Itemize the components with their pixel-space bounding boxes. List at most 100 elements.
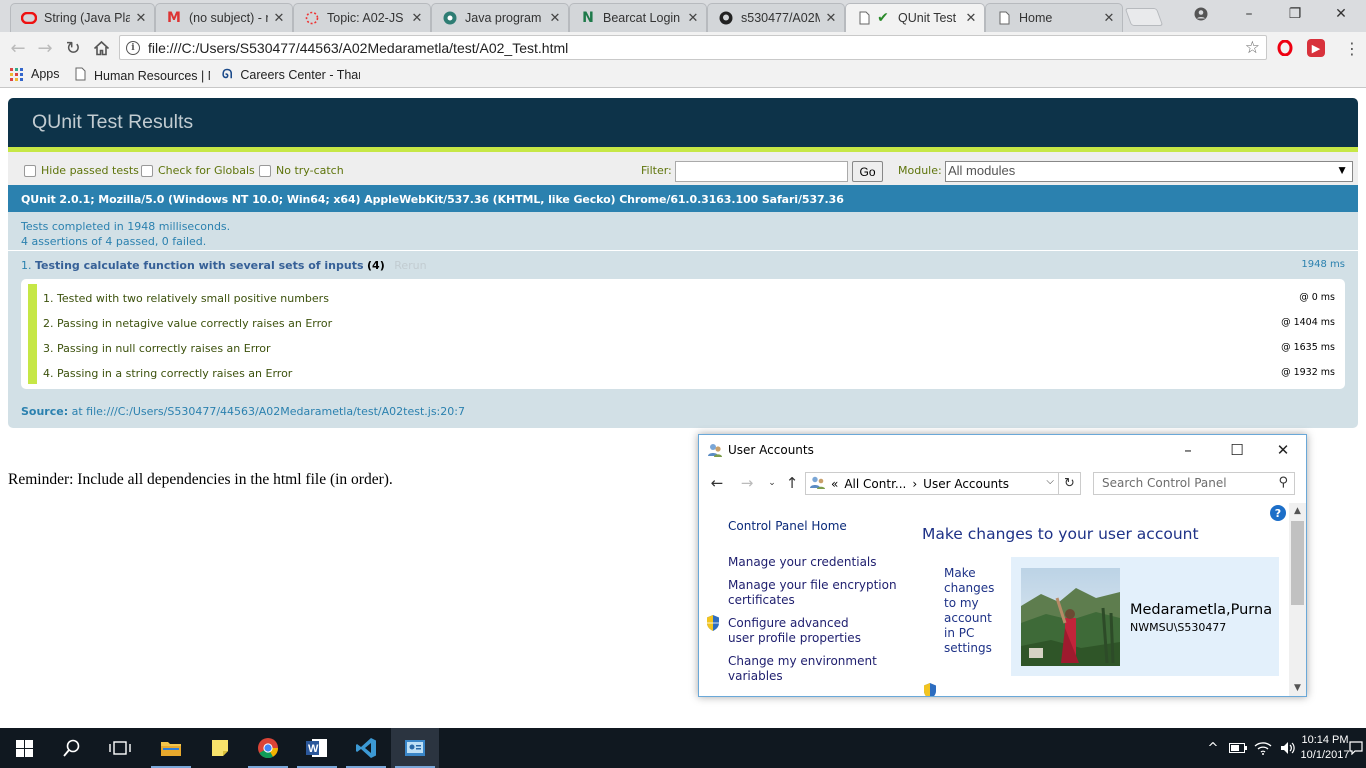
scroll-down-icon[interactable]: ▼ (1289, 680, 1306, 696)
explorer-navbar: ← → ⌄ ↑ « All Contr... › User Accounts ⌵… (699, 467, 1306, 499)
search-button[interactable] (48, 728, 96, 768)
control-panel-home-link[interactable]: Control Panel Home (728, 519, 847, 534)
profile-icon[interactable] (1178, 0, 1224, 28)
breadcrumb-current[interactable]: User Accounts (923, 477, 1009, 491)
chevron-up-icon[interactable]: ^ (1203, 728, 1223, 768)
chevron-down-icon[interactable]: ⌵ (1046, 476, 1054, 487)
tab-home[interactable]: Home ✕ (985, 3, 1123, 32)
tab-gmail[interactable]: M (no subject) - r ✕ (155, 3, 293, 32)
info-icon[interactable]: i (126, 40, 140, 55)
wifi-icon[interactable] (1252, 728, 1274, 768)
tab-title: Bearcat Login (603, 11, 681, 25)
breadcrumb-root[interactable]: All Contr... (844, 477, 906, 491)
module-select[interactable]: All modules ▼ (945, 161, 1353, 182)
vertical-scrollbar[interactable]: ▲ ▼ (1289, 503, 1306, 696)
environment-variables-link[interactable]: Change my environment variables (728, 654, 878, 684)
manage-credentials-link[interactable]: Manage your credentials (728, 555, 877, 570)
address-bar[interactable]: i file:///C:/Users/S530477/44563/A02Meda… (119, 35, 1267, 60)
reload-button[interactable]: ↻ (61, 36, 85, 60)
restore-button[interactable]: ❐ (1272, 0, 1318, 28)
result-duration: Tests completed in 1948 milliseconds. (21, 220, 231, 233)
sticky-notes-button[interactable] (196, 728, 244, 768)
file-explorer-button[interactable] (147, 728, 195, 768)
close-icon[interactable]: ✕ (1102, 11, 1116, 26)
menu-icon[interactable]: ⋮ (1340, 36, 1364, 60)
address-bar[interactable]: « All Contr... › User Accounts ⌵ (805, 472, 1059, 495)
go-button[interactable]: Go (852, 161, 883, 182)
site-icon (442, 10, 458, 26)
close-window-button[interactable]: ✕ (1260, 438, 1306, 462)
close-icon[interactable]: ✕ (686, 11, 700, 26)
filter-input[interactable] (675, 161, 848, 182)
pc-settings-link[interactable]: Make changes to my account in PC setting… (944, 566, 1000, 656)
close-icon[interactable]: ✕ (964, 11, 978, 26)
tab-java-program[interactable]: Java program t ✕ (431, 3, 569, 32)
extension-icon[interactable]: ▶ (1307, 39, 1325, 57)
bookmark-label: Apps (31, 67, 60, 81)
checkbox-box[interactable] (24, 164, 36, 177)
close-icon[interactable]: ✕ (824, 11, 838, 26)
recent-dropdown[interactable]: ⌄ (762, 473, 782, 493)
control-panel-content: Control Panel Home Manage your credentia… (699, 503, 1289, 696)
forward-button[interactable]: → (33, 36, 57, 60)
opera-extension-icon[interactable] (1276, 39, 1294, 57)
task-view-button[interactable] (96, 728, 144, 768)
minimize-button[interactable]: – (1165, 438, 1211, 462)
start-button[interactable] (0, 728, 48, 768)
bookmark-star-icon[interactable]: ☆ (1245, 38, 1260, 58)
qunit-test-result: Tests completed in 1948 milliseconds. 4 … (8, 212, 1358, 251)
new-tab-button[interactable] (1124, 8, 1164, 26)
maximize-button[interactable]: ☐ (1214, 438, 1260, 462)
section-heading: Make changes to your user account (922, 525, 1199, 543)
battery-icon[interactable] (1227, 728, 1249, 768)
file-encryption-link[interactable]: Manage your file encryption certificates (728, 578, 898, 608)
minimize-button[interactable]: – (1226, 0, 1272, 28)
notifications-icon[interactable] (1346, 728, 1366, 768)
check-globals-checkbox[interactable]: Check for Globals (141, 164, 255, 177)
bookmark-apps[interactable]: Apps (10, 67, 60, 81)
tab-string-java[interactable]: String (Java Pla ✕ (10, 3, 155, 32)
back-button[interactable]: ← (6, 36, 30, 60)
advanced-profile-link[interactable]: Configure advanced user profile properti… (728, 616, 878, 646)
close-window-button[interactable]: ✕ (1318, 0, 1364, 28)
tab-qunit-test[interactable]: ✔ QUnit Test ✕ (845, 3, 985, 32)
bookmark-careers[interactable]: ᘏ Careers Center - Than (222, 67, 360, 82)
tab-title: Java program t (465, 11, 544, 25)
home-button[interactable] (89, 36, 113, 60)
dropdown-arrow-icon: ▼ (1336, 163, 1348, 177)
tab-topic[interactable]: Topic: A02-JS ✕ (293, 3, 431, 32)
close-icon[interactable]: ✕ (134, 11, 148, 26)
browser-tabstrip: String (Java Pla ✕ M (no subject) - r ✕ … (0, 0, 1366, 32)
qunit-header: QUnit Test Results (8, 98, 1358, 147)
user-name: Medarametla,Purna (1130, 602, 1273, 618)
window-titlebar[interactable]: User Accounts – ☐ ✕ (699, 435, 1306, 465)
close-icon[interactable]: ✕ (548, 11, 562, 26)
checkbox-box[interactable] (141, 164, 153, 177)
test-header[interactable]: 1. Testing calculate function with sever… (8, 251, 1358, 279)
test-item: 1. Testing calculate function with sever… (8, 251, 1358, 397)
up-button[interactable]: ↑ (782, 473, 802, 493)
search-input[interactable]: Search Control Panel ⚲ (1093, 472, 1295, 495)
scrollbar-thumb[interactable] (1291, 521, 1304, 605)
tab-title: s530477/A02M (741, 11, 820, 25)
refresh-button[interactable]: ↻ (1059, 472, 1081, 495)
hide-passed-checkbox[interactable]: Hide passed tests (24, 164, 139, 177)
tab-bearcat-login[interactable]: N Bearcat Login ✕ (569, 3, 707, 32)
tab-github[interactable]: s530477/A02M ✕ (707, 3, 845, 32)
chrome-button[interactable] (244, 728, 292, 768)
rerun-link[interactable]: Rerun (394, 259, 426, 272)
vscode-button[interactable] (342, 728, 390, 768)
help-icon[interactable]: ? (1270, 505, 1286, 521)
no-try-catch-checkbox[interactable]: No try-catch (259, 164, 344, 177)
back-button[interactable]: ← (707, 473, 727, 493)
checkbox-box[interactable] (259, 164, 271, 177)
close-icon[interactable]: ✕ (272, 11, 286, 26)
careers-icon: ᘏ (222, 67, 233, 81)
control-panel-button[interactable] (391, 728, 439, 768)
forward-button[interactable]: → (737, 473, 757, 493)
qunit-toolbar: Hide passed tests Check for Globals No t… (8, 152, 1358, 185)
word-button[interactable]: W (293, 728, 341, 768)
scroll-up-icon[interactable]: ▲ (1289, 503, 1306, 519)
close-icon[interactable]: ✕ (410, 11, 424, 26)
bookmark-human-resources[interactable]: Human Resources | N (75, 67, 210, 84)
